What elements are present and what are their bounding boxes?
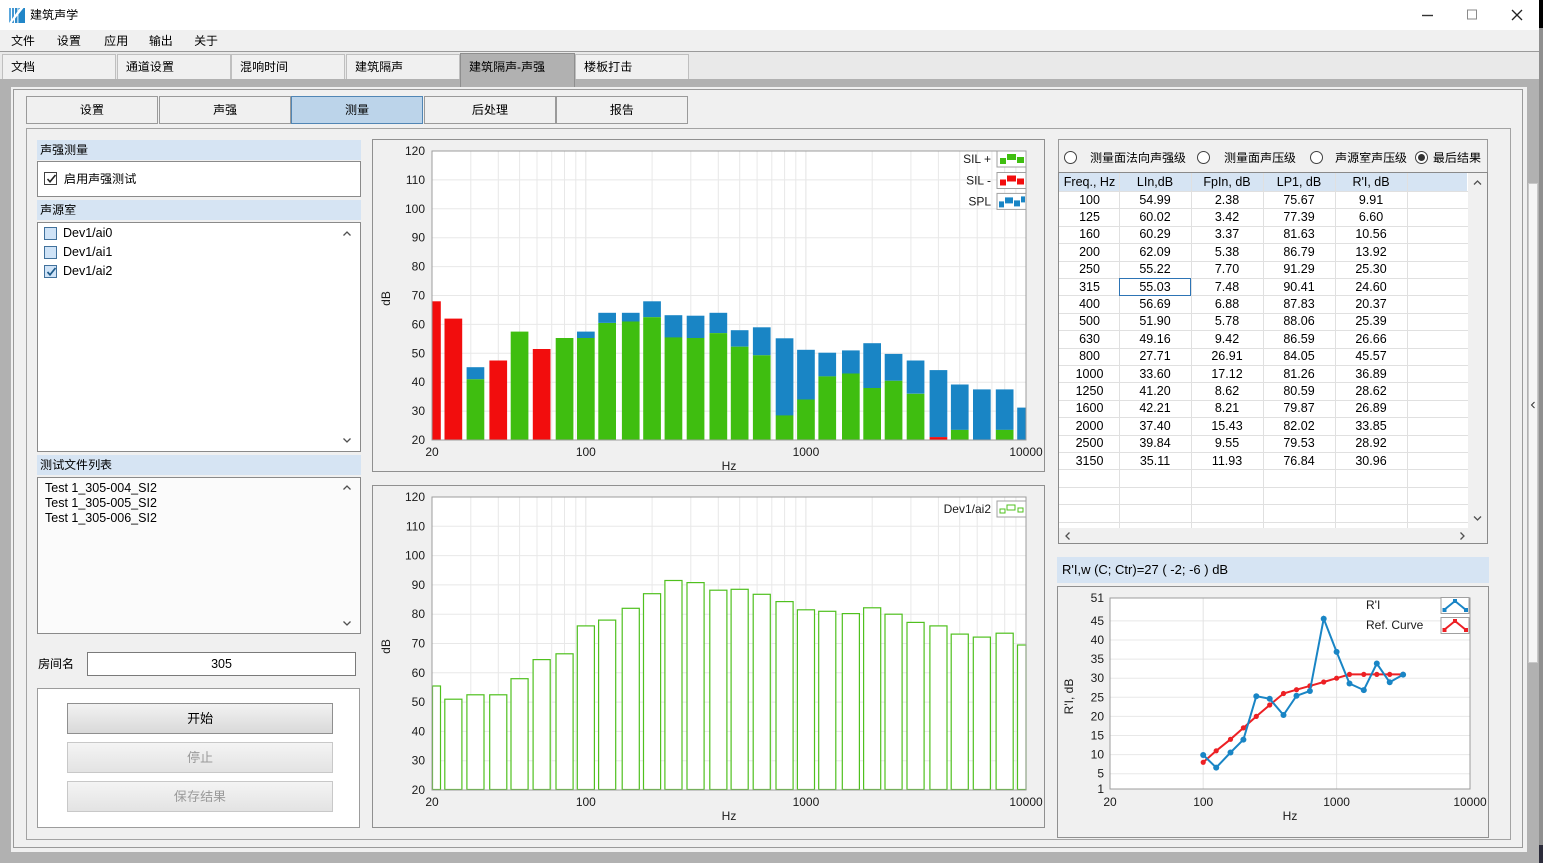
- svg-text:30: 30: [1091, 671, 1105, 685]
- svg-text:5: 5: [1097, 767, 1104, 781]
- svg-text:1: 1: [1097, 782, 1104, 796]
- svg-text:20: 20: [425, 445, 439, 459]
- svg-text:10000: 10000: [1009, 445, 1043, 459]
- svg-text:60: 60: [412, 666, 426, 680]
- svg-text:70: 70: [412, 289, 426, 303]
- svg-text:R'I: R'I: [1366, 598, 1380, 612]
- svg-text:40: 40: [1091, 633, 1105, 647]
- svg-text:Hz: Hz: [722, 809, 737, 823]
- svg-text:100: 100: [576, 795, 596, 809]
- svg-text:dB: dB: [379, 291, 393, 306]
- svg-text:20: 20: [425, 795, 439, 809]
- svg-text:10000: 10000: [1009, 795, 1043, 809]
- svg-text:100: 100: [405, 202, 425, 216]
- svg-text:10: 10: [1091, 748, 1105, 762]
- svg-text:110: 110: [406, 519, 425, 533]
- svg-text:Hz: Hz: [1283, 809, 1298, 823]
- svg-text:1000: 1000: [793, 795, 820, 809]
- svg-text:70: 70: [412, 637, 426, 651]
- svg-text:35: 35: [1091, 652, 1105, 666]
- svg-text:100: 100: [1193, 795, 1213, 809]
- svg-text:20: 20: [412, 783, 426, 797]
- svg-text:SIL -: SIL -: [966, 174, 991, 188]
- svg-text:80: 80: [412, 260, 426, 274]
- svg-text:30: 30: [412, 754, 426, 768]
- svg-text:20: 20: [1103, 795, 1117, 809]
- svg-text:20: 20: [412, 433, 426, 447]
- svg-text:30: 30: [412, 404, 426, 418]
- svg-text:1000: 1000: [793, 445, 820, 459]
- svg-text:80: 80: [412, 607, 426, 621]
- svg-text:40: 40: [412, 375, 426, 389]
- svg-text:SPL: SPL: [968, 194, 991, 208]
- svg-text:SIL +: SIL +: [963, 152, 991, 166]
- svg-text:Ref. Curve: Ref. Curve: [1366, 618, 1424, 632]
- svg-text:51: 51: [1091, 591, 1105, 605]
- svg-text:100: 100: [405, 549, 425, 563]
- svg-text:120: 120: [405, 144, 425, 158]
- svg-text:50: 50: [412, 346, 426, 360]
- svg-text:45: 45: [1091, 614, 1105, 628]
- svg-text:dB: dB: [379, 639, 393, 654]
- svg-text:50: 50: [412, 695, 426, 709]
- svg-text:40: 40: [412, 724, 426, 738]
- svg-text:100: 100: [576, 445, 596, 459]
- svg-text:Hz: Hz: [722, 459, 737, 472]
- svg-text:120: 120: [405, 490, 425, 504]
- svg-text:90: 90: [412, 231, 426, 245]
- svg-text:20: 20: [1091, 709, 1105, 723]
- svg-text:1000: 1000: [1323, 795, 1350, 809]
- svg-text:110: 110: [406, 173, 425, 187]
- svg-text:25: 25: [1091, 690, 1105, 704]
- svg-text:90: 90: [412, 578, 426, 592]
- svg-text:R'I, dB: R'I, dB: [1062, 679, 1076, 715]
- svg-text:10000: 10000: [1453, 795, 1487, 809]
- svg-text:15: 15: [1091, 729, 1105, 743]
- svg-text:60: 60: [412, 317, 426, 331]
- svg-text:Dev1/ai2: Dev1/ai2: [944, 502, 992, 516]
